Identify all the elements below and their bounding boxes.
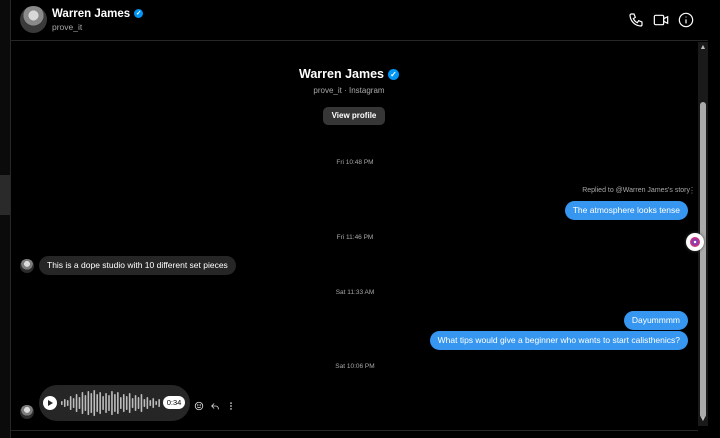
header-actions <box>628 12 694 28</box>
divider <box>11 430 698 431</box>
scrollbar-thumb[interactable] <box>700 102 706 418</box>
timestamp: Sat 10:06 PM <box>335 363 375 370</box>
header-name[interactable]: Warren James ✓ <box>52 8 144 20</box>
header-username: prove_it <box>52 22 83 32</box>
avatar[interactable] <box>20 6 47 33</box>
ai-assistant-icon[interactable] <box>686 233 704 251</box>
timestamp: Fri 11:46 PM <box>336 234 374 241</box>
header-name-text: Warren James <box>52 8 131 20</box>
profile-name-text: Warren James <box>299 67 384 81</box>
voice-message[interactable]: 0:34 <box>39 385 190 421</box>
scroll-down-arrow-icon[interactable]: ▼ <box>698 416 708 424</box>
incoming-message[interactable]: This is a dope studio with 10 different … <box>39 256 236 275</box>
outgoing-message[interactable]: The atmosphere looks tense <box>564 201 688 220</box>
view-profile-button[interactable]: View profile <box>323 107 385 125</box>
more-options-icon[interactable]: ⋮ <box>688 186 696 195</box>
timestamp: Sat 11:33 AM <box>335 289 375 296</box>
audio-waveform <box>61 390 160 416</box>
profile-subtitle: prove_it · Instagram <box>313 86 385 95</box>
story-reply-note: Replied to @Warren James's story <box>582 187 690 194</box>
voice-duration: 0:34 <box>163 396 185 409</box>
profile-name: Warren James ✓ <box>0 67 698 81</box>
left-rail-handle[interactable] <box>0 175 10 215</box>
emoji-react-icon[interactable] <box>194 398 204 411</box>
phone-icon[interactable] <box>628 12 644 28</box>
video-camera-icon[interactable] <box>653 12 669 28</box>
reply-icon[interactable] <box>210 398 220 410</box>
outgoing-message[interactable]: What tips would give a beginner who want… <box>429 331 688 350</box>
avatar[interactable] <box>20 259 34 273</box>
timestamp: Fri 10:48 PM <box>336 159 374 166</box>
left-rail <box>0 0 11 438</box>
message-actions <box>194 398 236 411</box>
avatar[interactable] <box>20 405 34 419</box>
scroll-up-arrow-icon[interactable]: ▲ <box>698 44 708 52</box>
chat-header: Warren James ✓ prove_it <box>11 0 708 41</box>
info-icon[interactable] <box>678 12 694 28</box>
outgoing-message[interactable]: Dayummmm <box>623 311 688 330</box>
verified-badge-icon: ✓ <box>388 69 399 81</box>
verified-badge-icon: ✓ <box>134 9 144 19</box>
more-options-icon[interactable] <box>226 398 236 410</box>
play-icon[interactable] <box>43 396 57 410</box>
